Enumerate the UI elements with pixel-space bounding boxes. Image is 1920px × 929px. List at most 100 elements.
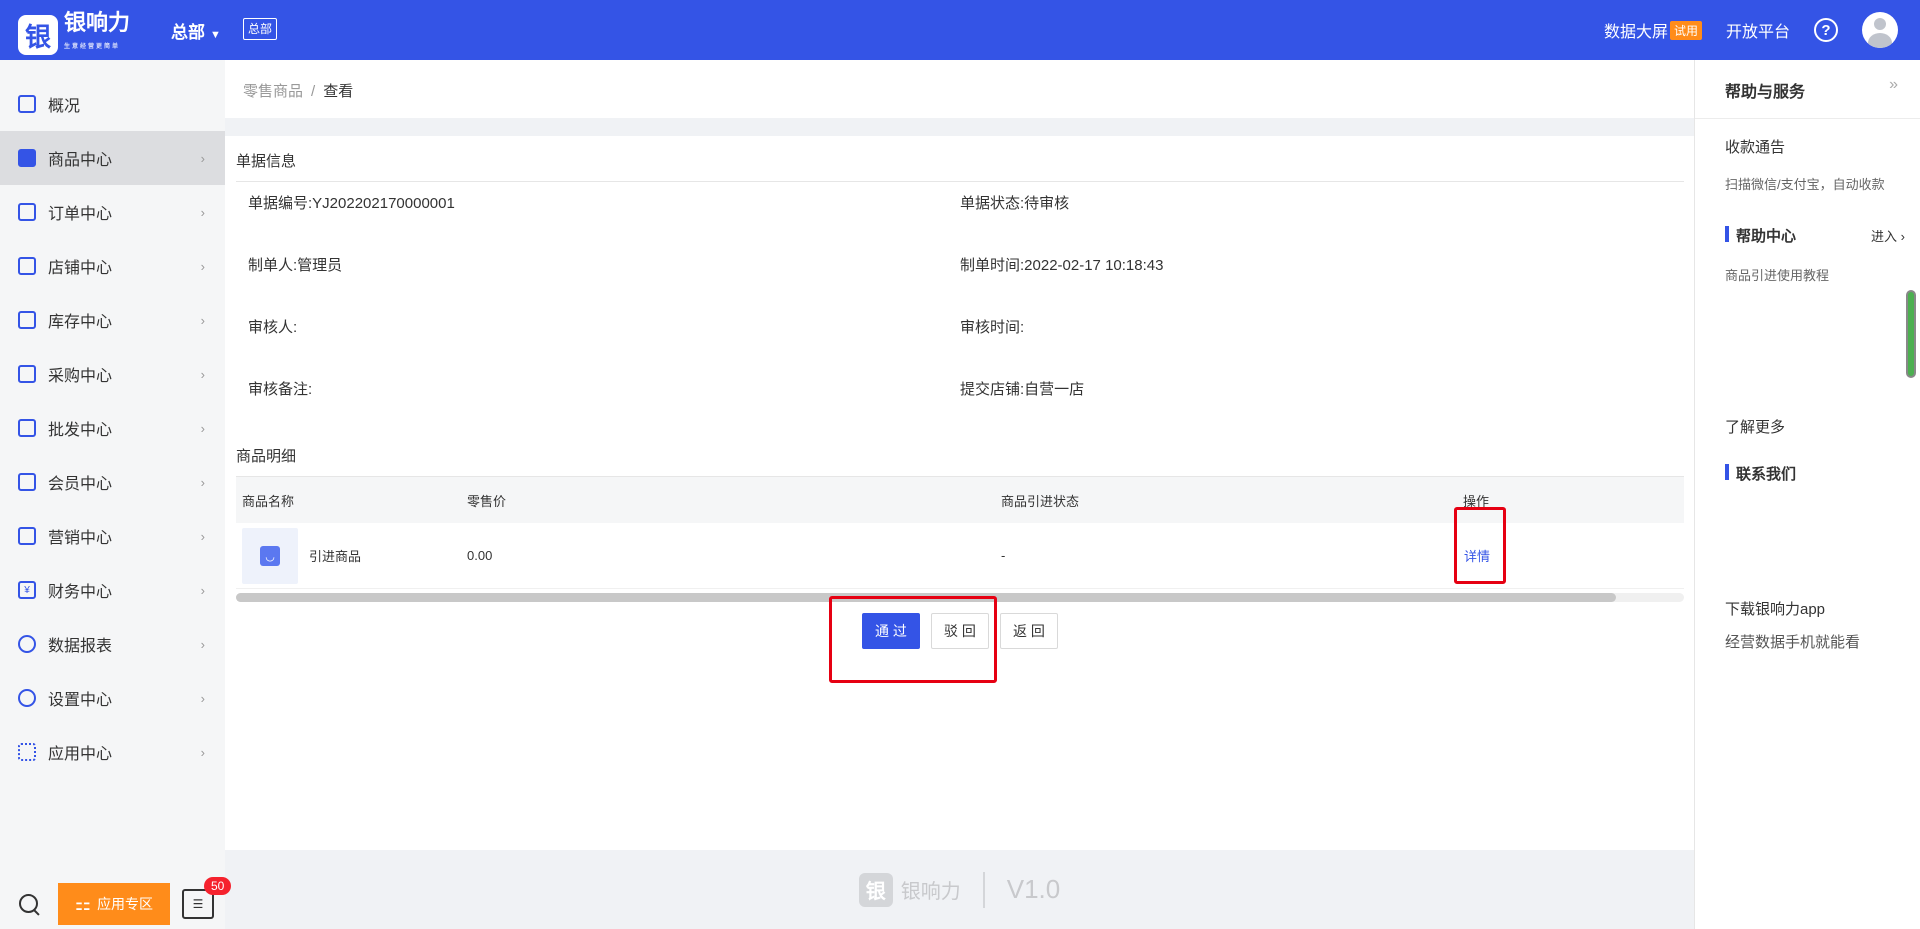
org-name: 总部 [171, 23, 205, 42]
collapse-icon[interactable]: » [1889, 76, 1898, 94]
sidebar-item-label: 概况 [48, 98, 81, 115]
footer-divider [982, 871, 985, 908]
clipboard-icon [18, 203, 36, 221]
chevron-right-icon: › [200, 690, 205, 706]
bag-icon: ◡ [260, 546, 280, 566]
message-button[interactable]: ☰ 50 [182, 877, 232, 919]
footer-version: V1.0 [1006, 874, 1061, 904]
sidebar-item-stores[interactable]: 店铺中心 › [0, 239, 225, 293]
logo[interactable]: 银 银响力 生意经营更简单 [18, 11, 130, 59]
back-button[interactable]: 返 回 [1000, 613, 1058, 649]
trial-badge: 试用 [1669, 20, 1702, 40]
home-icon [18, 95, 36, 113]
top-bar: 银 银响力 生意经营更简单 总部 ▼ 总部 数据大屏 试用 开放平台 ? [0, 0, 1920, 60]
footer-brand: 银响力 [900, 881, 961, 903]
sidebar-item-label: 设置中心 [48, 692, 113, 709]
doc-creator: 制单人:管理员 [248, 257, 343, 274]
store-icon [18, 257, 36, 275]
logo-slogan: 生意经营更简单 [64, 44, 121, 50]
chevron-right-icon: › [200, 366, 205, 382]
apps-icon [18, 743, 36, 761]
section-marker [1725, 464, 1729, 480]
download-app-desc: 经营数据手机就能看 [1725, 634, 1861, 651]
help-center-title: 帮助中心 [1736, 228, 1797, 245]
breadcrumb-parent[interactable]: 零售商品 [243, 83, 303, 100]
doc-review-note: 审核备注: [248, 381, 313, 398]
help-panel: 帮助与服务 » 收款通告 扫描微信/支付宝，自动收款 帮助中心 进入 › 商品引… [1694, 60, 1920, 929]
sidebar-item-reports[interactable]: 数据报表 › [0, 617, 225, 671]
goods-detail-title: 商品明细 [236, 448, 297, 465]
sidebar-item-label: 商品中心 [48, 152, 113, 169]
logo-text: 银响力 [64, 10, 131, 35]
app-zone-label: 应用专区 [97, 896, 154, 912]
sidebar-item-settings[interactable]: 设置中心 › [0, 671, 225, 725]
contact-us-title: 联系我们 [1736, 466, 1797, 483]
sidebar-item-label: 店铺中心 [48, 260, 113, 277]
caret-down-icon: ▼ [210, 29, 221, 41]
footer: 银 银响力 V1.0 [225, 850, 1694, 929]
doc-number: 单据编号:YJ202202170000001 [248, 195, 455, 212]
payment-notice-desc: 扫描微信/支付宝，自动收款 [1725, 177, 1885, 192]
panel-scrollbar[interactable] [1906, 290, 1916, 378]
help-panel-title: 帮助与服务 [1725, 84, 1806, 101]
data-screen-link[interactable]: 数据大屏 试用 [1604, 18, 1702, 42]
sidebar-item-purchase[interactable]: 采购中心 › [0, 347, 225, 401]
chevron-right-icon: › [200, 150, 205, 166]
app-zone-button[interactable]: ⚏ 应用专区 [58, 883, 170, 925]
sidebar-item-apps[interactable]: 应用中心 › [0, 725, 225, 779]
sidebar-item-wholesale[interactable]: 批发中心 › [0, 401, 225, 455]
help-icon[interactable]: ? [1814, 18, 1838, 42]
sidebar-item-goods[interactable]: 商品中心 › [0, 131, 225, 185]
highlight-box [829, 596, 997, 683]
sidebar-item-orders[interactable]: 订单中心 › [0, 185, 225, 239]
yuan-icon: ¥ [18, 581, 36, 599]
doc-status: 单据状态:待审核 [960, 195, 1070, 212]
doc-reviewer: 审核人: [248, 319, 298, 336]
member-icon [18, 473, 36, 491]
sidebar-item-label: 应用中心 [48, 746, 113, 763]
search-icon[interactable] [16, 891, 42, 917]
data-screen-label: 数据大屏 [1603, 24, 1668, 41]
divider [1695, 118, 1920, 119]
doc-info-title: 单据信息 [236, 153, 297, 170]
column-header: 零售价 [467, 493, 507, 509]
download-app-title[interactable]: 下载银响力app [1725, 598, 1825, 619]
sidebar-item-overview[interactable]: 概况 [0, 77, 225, 131]
chevron-right-icon: › [200, 204, 205, 220]
sidebar-item-label: 会员中心 [48, 476, 113, 493]
sidebar-item-label: 营销中心 [48, 530, 113, 547]
column-header: 商品引进状态 [1001, 493, 1080, 509]
org-select[interactable]: 总部 ▼ [171, 18, 221, 43]
avatar[interactable] [1862, 12, 1898, 48]
logo-mark-icon: 银 [18, 15, 58, 55]
payment-notice-title[interactable]: 收款通告 [1725, 136, 1785, 157]
chevron-right-icon: › [200, 528, 205, 544]
open-platform-link[interactable]: 开放平台 [1726, 18, 1790, 42]
org-tag: 总部 [243, 18, 278, 40]
sidebar-item-label: 财务中心 [48, 584, 113, 601]
breadcrumb-separator: / [311, 83, 316, 100]
purchase-icon [18, 365, 36, 383]
sidebar-item-members[interactable]: 会员中心 › [0, 455, 225, 509]
sidebar-item-marketing[interactable]: 营销中心 › [0, 509, 225, 563]
chevron-right-icon: › [200, 636, 205, 652]
chevron-right-icon: › [200, 312, 205, 328]
sidebar-item-inventory[interactable]: 库存中心 › [0, 293, 225, 347]
tutorial-link[interactable]: 商品引进使用教程 [1725, 265, 1829, 284]
breadcrumb: 零售商品 / 查看 [243, 80, 353, 101]
bag-icon [18, 149, 36, 167]
breadcrumb-current: 查看 [323, 83, 354, 100]
column-header: 商品名称 [242, 493, 295, 509]
main-content [225, 60, 1694, 850]
chevron-right-icon: › [200, 474, 205, 490]
chevron-right-icon: › [200, 582, 205, 598]
help-center-enter-link[interactable]: 进入 › [1871, 226, 1905, 245]
sidebar-item-finance[interactable]: ¥ 财务中心 › [0, 563, 225, 617]
learn-more-link[interactable]: 了解更多 [1725, 416, 1785, 437]
sidebar-item-label: 批发中心 [48, 422, 113, 439]
doc-created-time: 制单时间:2022-02-17 10:18:43 [960, 257, 1164, 274]
sidebar-item-label: 订单中心 [48, 206, 113, 223]
marketing-icon [18, 527, 36, 545]
wholesale-icon [18, 419, 36, 437]
product-image: ◡ [242, 528, 298, 584]
